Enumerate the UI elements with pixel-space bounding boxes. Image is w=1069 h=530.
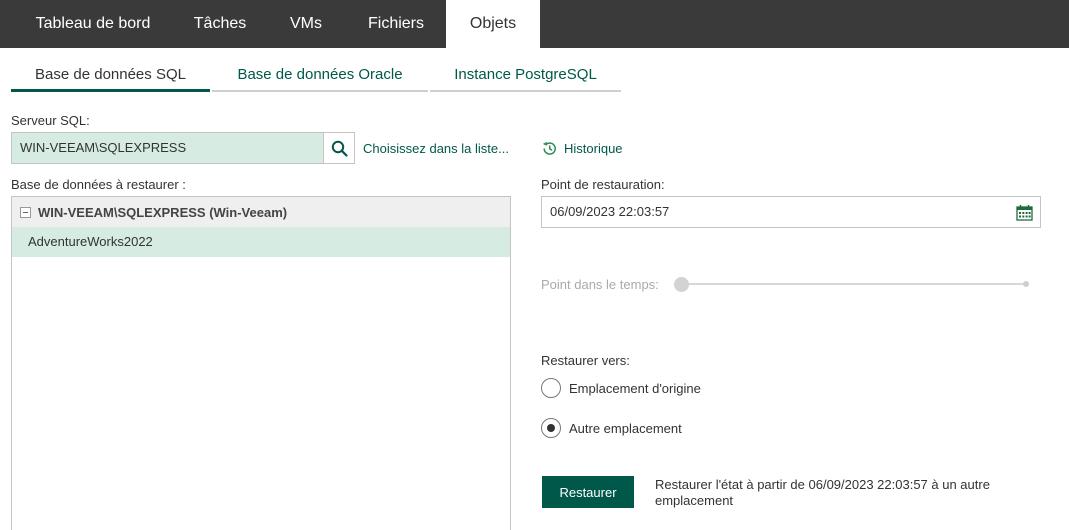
database-item[interactable]: AdventureWorks2022 [12,227,510,257]
slider-handle[interactable] [674,277,689,292]
nav-tab-files[interactable]: Fichiers [348,0,444,48]
sql-server-label: Serveur SQL: [11,113,90,128]
nav-tab-vms[interactable]: VMs [264,0,348,48]
other-location-label: Autre emplacement [569,421,682,436]
slider-end-marker [1023,281,1029,287]
restore-to-label: Restaurer vers: [541,353,630,368]
choose-from-list-link[interactable]: Choisissez dans la liste... [363,141,509,156]
databases-label: Base de données à restaurer : [11,177,186,192]
collapse-icon[interactable] [20,206,31,218]
restore-point-field[interactable]: 06/09/2023 22:03:57 [541,196,1041,228]
tree-group-server: WIN-VEEAM\SQLEXPRESS (Win-Veeam) [12,197,510,227]
radio-other-location[interactable] [541,418,561,438]
restore-point-label: Point de restauration: [541,177,665,192]
sql-server-input[interactable]: WIN-VEEAM\SQLEXPRESS [11,132,323,164]
search-button[interactable] [323,132,355,164]
restore-button[interactable]: Restaurer [542,476,634,508]
tab-postgresql-instance[interactable]: Instance PostgreSQL [430,60,621,92]
nav-tab-dashboard[interactable]: Tableau de bord [10,0,176,48]
nav-tab-objects[interactable]: Objets [446,0,540,48]
search-icon [331,140,348,157]
tab-sql-database[interactable]: Base de données SQL [11,60,210,92]
tab-oracle-database[interactable]: Base de données Oracle [212,60,428,92]
calendar-icon[interactable] [1016,204,1033,221]
point-in-time-slider[interactable] [682,283,1027,285]
history-link[interactable]: Historique [541,139,623,157]
history-label: Historique [564,140,623,156]
database-tree: WIN-VEEAM\SQLEXPRESS (Win-Veeam) Adventu… [11,196,511,530]
history-icon [543,141,556,155]
point-in-time-label: Point dans le temps: [541,277,659,292]
tree-group-label: WIN-VEEAM\SQLEXPRESS (Win-Veeam) [38,204,288,220]
original-location-label: Emplacement d'origine [569,381,701,396]
restore-point-value: 06/09/2023 22:03:57 [550,204,670,219]
database-type-tabs: Base de données SQL Base de données Orac… [11,60,621,92]
radio-original-location[interactable] [541,378,561,398]
restore-description: Restaurer l'état à partir de 06/09/2023 … [655,477,990,508]
nav-tab-tasks[interactable]: Tâches [176,0,264,48]
top-navigation: Tableau de bord Tâches VMs Fichiers Obje… [0,0,1069,48]
